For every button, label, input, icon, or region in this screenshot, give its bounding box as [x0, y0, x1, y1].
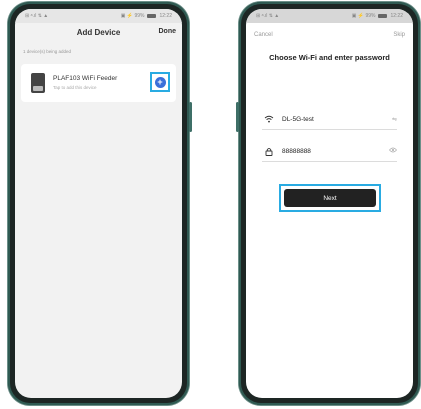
next-button[interactable]: Next	[284, 189, 376, 207]
found-devices-text: 1 device(s) being added	[23, 49, 72, 54]
skip-button[interactable]: Skip	[393, 32, 405, 38]
password-field[interactable]: 88888888	[262, 141, 397, 162]
status-time: 12:22	[390, 13, 403, 19]
plus-circle-icon[interactable]: +	[154, 76, 166, 88]
battery-icon	[147, 14, 157, 18]
next-button-highlight: Next	[279, 184, 381, 212]
cancel-button[interactable]: Cancel	[254, 32, 273, 38]
wifi-name-field[interactable]: DL-5G-test ⇋	[262, 109, 397, 130]
eye-icon[interactable]	[389, 147, 397, 155]
add-device-screen: ⊞ ᵃ.ıl ⇅ ▲ ▣ ⚡ 99% 12:22 Add Device Done…	[15, 9, 182, 398]
status-right: ▣ ⚡ 99%	[120, 13, 145, 19]
topbar: Cancel Skip	[246, 23, 413, 45]
done-button[interactable]: Done	[159, 28, 177, 35]
device-name: PLAF103 WiFi Feeder	[53, 75, 118, 82]
status-time: 12:22	[159, 13, 172, 19]
status-left: ⊞ ᵃ.ıl ⇅ ▲	[256, 13, 280, 19]
switch-network-icon[interactable]: ⇋	[392, 116, 397, 123]
navbar: Add Device Done	[15, 23, 182, 45]
wifi-icon	[262, 115, 276, 123]
wifi-name-value: DL-5G-test	[282, 115, 314, 123]
device-subtitle: Tap to add this device	[53, 85, 97, 90]
wifi-setup-screen: ⊞ ᵃ.ıl ⇅ ▲ ▣ ⚡ 99% 12:22 Cancel Skip Cho…	[246, 9, 413, 398]
add-button-highlight: +	[150, 72, 170, 92]
feeder-device-image	[31, 73, 45, 93]
page-heading: Choose Wi-Fi and enter password	[269, 53, 390, 62]
device-card[interactable]: PLAF103 WiFi Feeder Tap to add this devi…	[21, 64, 176, 102]
phone-add-device: ⊞ ᵃ.ıl ⇅ ▲ ▣ ⚡ 99% 12:22 Add Device Done…	[8, 2, 192, 405]
status-left: ⊞ ᵃ.ıl ⇅ ▲	[25, 13, 49, 19]
battery-icon	[378, 14, 388, 18]
status-bar: ⊞ ᵃ.ıl ⇅ ▲ ▣ ⚡ 99% 12:22	[15, 9, 182, 23]
lock-icon	[262, 147, 276, 156]
status-bar: ⊞ ᵃ.ıl ⇅ ▲ ▣ ⚡ 99% 12:22	[246, 9, 413, 23]
volume-button	[189, 102, 192, 132]
status-right: ▣ ⚡ 99%	[351, 13, 376, 19]
password-value: 88888888	[282, 147, 311, 155]
phone-wifi-setup: ⊞ ᵃ.ıl ⇅ ▲ ▣ ⚡ 99% 12:22 Cancel Skip Cho…	[236, 2, 420, 405]
page-title: Add Device	[76, 28, 121, 37]
volume-button	[236, 102, 239, 132]
